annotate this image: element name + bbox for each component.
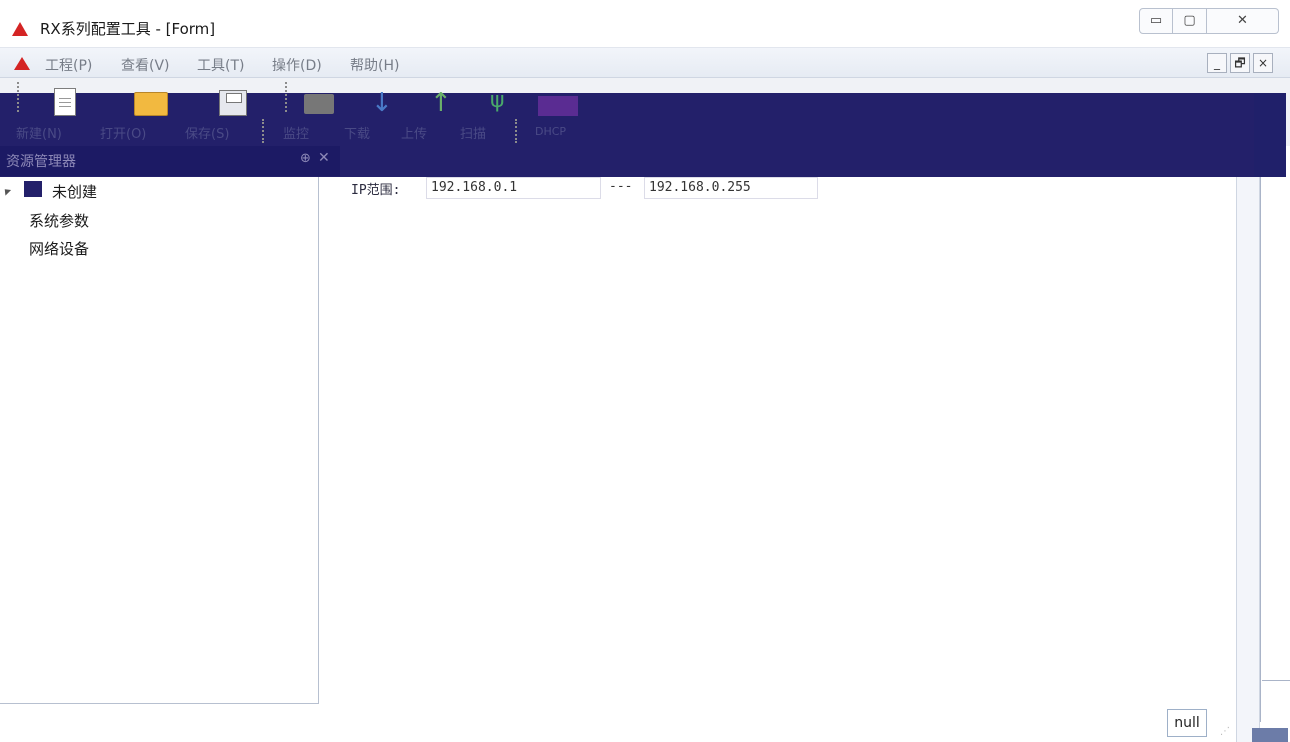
menu-operations[interactable]: 操作(D) bbox=[272, 55, 322, 75]
tree-root-node[interactable]: 未创建 bbox=[52, 181, 97, 202]
tree-item-system-params[interactable]: 系统参数 bbox=[29, 210, 89, 231]
dhcp-icon[interactable] bbox=[538, 96, 578, 116]
toolbar-grip[interactable] bbox=[285, 82, 288, 112]
resize-grip-icon[interactable]: ⋰ bbox=[1220, 726, 1230, 737]
ip-start-field[interactable]: 192.168.0.1 bbox=[426, 177, 601, 199]
ip-range-label: IP范围: bbox=[351, 183, 401, 198]
toolbar-separator bbox=[515, 119, 518, 143]
mdi-close-button[interactable]: × bbox=[1253, 53, 1273, 73]
tree-item-network-devices[interactable]: 网络设备 bbox=[29, 238, 89, 259]
menu-view[interactable]: 查看(V) bbox=[121, 55, 170, 75]
save-button[interactable]: 保存(S) bbox=[185, 123, 229, 142]
app-logo-icon bbox=[12, 22, 28, 36]
ip-range-separator: --- bbox=[609, 179, 633, 194]
monitor-icon[interactable] bbox=[304, 94, 334, 114]
window-maximize-button[interactable]: ▢ bbox=[1173, 8, 1207, 34]
menu-project[interactable]: 工程(P) bbox=[45, 55, 92, 75]
menu-tools[interactable]: 工具(T) bbox=[197, 55, 244, 75]
vertical-scrollbar[interactable] bbox=[1236, 177, 1260, 742]
mdi-restore-button[interactable]: 🗗 bbox=[1230, 53, 1250, 73]
resource-panel-header: 资源管理器 ⊕ ✕ bbox=[0, 146, 340, 176]
status-value: null bbox=[1167, 709, 1207, 737]
right-dock-divider bbox=[1262, 680, 1290, 720]
panel-close-icon[interactable]: ✕ bbox=[318, 150, 330, 166]
window-minimize-button[interactable]: ▭ bbox=[1139, 8, 1173, 34]
download-arrow-icon[interactable]: ↓ bbox=[371, 90, 393, 116]
menu-bar: 工程(P) 查看(V) 工具(T) 操作(D) 帮助(H) bbox=[0, 48, 1290, 78]
resource-panel-title: 资源管理器 bbox=[6, 154, 76, 170]
resource-tree: 未创建 系统参数 网络设备 bbox=[0, 177, 319, 704]
right-dock-edge bbox=[1254, 93, 1286, 177]
menu-app-icon[interactable] bbox=[14, 57, 30, 70]
upload-arrow-icon[interactable]: ↑ bbox=[430, 90, 452, 116]
ip-end-field[interactable]: 192.168.0.255 bbox=[644, 177, 818, 199]
pin-icon[interactable]: ⊕ bbox=[300, 151, 311, 166]
save-floppy-icon[interactable] bbox=[219, 90, 247, 116]
right-dock-panel bbox=[1260, 177, 1290, 722]
toolbar-separator bbox=[262, 119, 265, 143]
mdi-minimize-button[interactable]: _ bbox=[1207, 53, 1227, 73]
project-icon bbox=[24, 181, 42, 197]
new-button[interactable]: 新建(N) bbox=[16, 123, 62, 142]
window-title: RX系列配置工具 - [Form] bbox=[40, 20, 216, 38]
open-folder-icon[interactable] bbox=[134, 92, 168, 116]
window-close-button[interactable]: ✕ bbox=[1207, 8, 1279, 34]
status-corner bbox=[1252, 728, 1288, 742]
scan-button[interactable]: 扫描 bbox=[460, 123, 486, 142]
dhcp-button[interactable]: DHCP bbox=[535, 125, 566, 138]
upload-button[interactable]: 上传 bbox=[401, 123, 427, 142]
window-title-bar: RX系列配置工具 - [Form] ▭ ▢ ✕ bbox=[0, 0, 1290, 48]
tree-expand-icon[interactable] bbox=[1, 186, 12, 196]
toolbar-grip[interactable] bbox=[17, 82, 20, 112]
monitor-button[interactable]: 监控 bbox=[283, 123, 309, 142]
download-button[interactable]: 下载 bbox=[344, 123, 370, 142]
menu-help[interactable]: 帮助(H) bbox=[350, 55, 399, 75]
new-document-icon[interactable] bbox=[54, 88, 76, 116]
scan-usb-icon[interactable]: ψ bbox=[490, 88, 505, 114]
open-button[interactable]: 打开(O) bbox=[100, 123, 146, 142]
